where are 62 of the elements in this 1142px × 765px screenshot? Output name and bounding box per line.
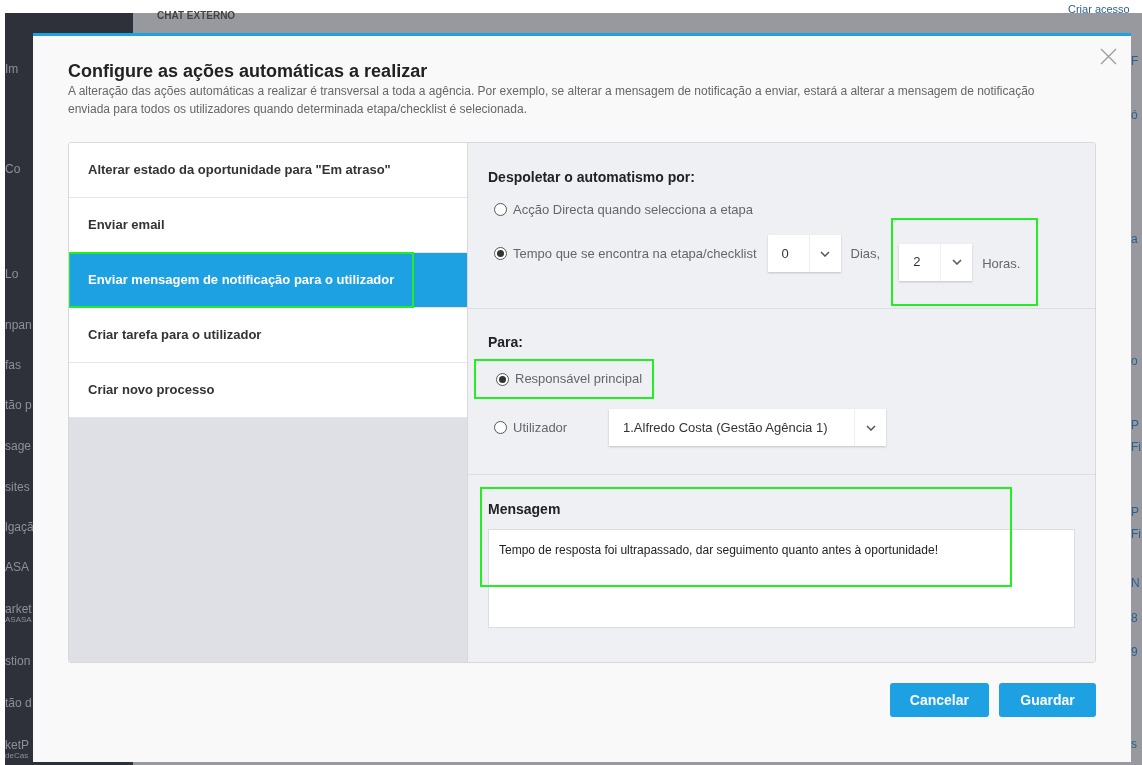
sidebar-item[interactable]: Im [5,60,19,78]
sidebar-item[interactable]: ASA [5,558,29,576]
dialog-description: A alteração das ações automáticas a realizar é transversal a toda a agência. Por exemplo, se alterar a mensagem de notificação a enviar, estará a alterar a mensagem de notificação enviada para todos os utilizadores quando determinada etapa/checklist é selecionada. [68,83,1036,118]
chevron-down-icon [951,259,962,265]
action-label: Enviar email [87,216,166,235]
sidebar-item[interactable]: Co [5,160,21,178]
close-icon[interactable] [1100,48,1117,65]
sidebar-item[interactable]: fas [5,356,21,374]
action-label: Criar tarefa para o utilizador [87,326,263,345]
sidebar-item[interactable]: sage [5,437,32,455]
sidebar-item[interactable]: lgaçã [5,518,34,536]
dialog-title: Configure as ações automáticas a realizar [68,60,429,82]
message-field[interactable]: Tempo de resposta foi ultrapassado, dar seguimento quanto antes à oportunidade! [488,529,1075,628]
radio-label: Responsável principal [515,370,643,389]
action-item[interactable]: Alterar estado da oportunidade para "Em atraso" [69,143,467,198]
section-heading: Despoletar o automatismo por: [488,168,696,187]
action-item[interactable]: Enviar mensagem de notificação para o utilizador [69,253,467,308]
radio-button[interactable] [494,421,507,434]
sidebar-item[interactable]: tão p [5,396,32,414]
save-button[interactable]: Guardar [999,683,1096,717]
action-label: Criar novo processo [87,381,216,400]
text-fragment: s [1131,736,1137,753]
action-item[interactable]: Enviar email [69,198,467,253]
section-heading: Para: [488,333,525,352]
radio-label: Acção Directa quando selecciona a etapa [513,201,753,219]
sidebar-item[interactable]: Lo [5,265,19,283]
section-heading: Mensagem [488,500,562,519]
action-label: Enviar mensagem de notificação para o utilizador [70,254,413,306]
chevron-down-icon [865,424,876,431]
text-fragment: o [1131,353,1138,370]
text-fragment: a [1131,231,1138,248]
sidebar-item[interactable]: npan [5,316,32,334]
action-item[interactable]: Criar tarefa para o utilizador [69,308,467,363]
text-fragment: F [1131,53,1139,70]
text-fragment: N [1131,575,1140,592]
text-fragment: P [1131,504,1139,521]
sidebar-item[interactable]: stion [5,652,31,670]
chevron-down-icon [820,250,831,257]
radio-button[interactable] [496,372,509,386]
radio-button[interactable] [494,203,507,217]
section-label: CHAT EXTERNO [157,9,236,23]
dropdown[interactable]: 2 [899,243,973,281]
unit-label: Horas. [982,254,1021,273]
radio-button[interactable] [494,247,507,260]
action-label: Alterar estado da oportunidade para "Em atraso" [87,161,392,180]
link[interactable]: Criar acesso [1068,1,1130,18]
dropdown[interactable]: 0 [767,235,841,272]
radio-label: Tempo que se encontra na etapa/checklist [513,244,757,263]
cancel-button[interactable]: Cancelar [889,683,989,717]
text-fragment: Fi [1131,439,1141,456]
sidebar-item[interactable]: tão d [5,694,32,712]
radio-option[interactable]: Responsável principal [474,359,655,399]
text-fragment: Fi [1131,526,1141,543]
text-fragment: ó [1131,107,1138,124]
unit-label: Dias, [850,244,881,263]
text-fragment: 9 [1131,644,1138,661]
radio-label: Utilizador [513,418,569,437]
action-item[interactable]: Criar novo processo [69,363,467,418]
dropdown[interactable]: 1.Alfredo Costa (Gestão Agência 1) [609,409,886,446]
text-fragment: 8 [1131,610,1138,627]
sidebar-item[interactable]: sites [5,478,30,496]
text-fragment: P [1131,417,1139,434]
